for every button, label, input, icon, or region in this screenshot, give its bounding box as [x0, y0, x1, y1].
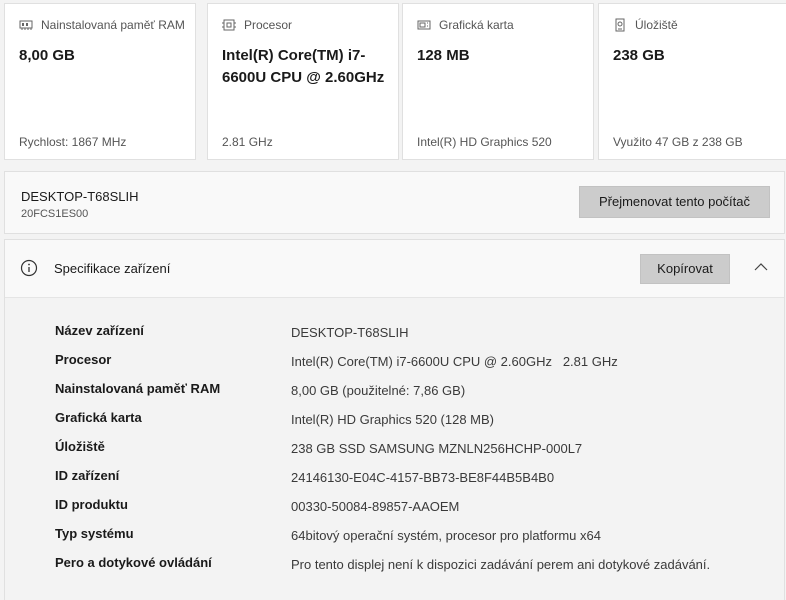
spec-value: 64bitový operační systém, procesor pro p… [291, 528, 601, 543]
chevron-up-icon[interactable] [754, 262, 768, 272]
spec-value: DESKTOP-T68SLIH [291, 325, 409, 340]
card-storage-header: Úložiště [613, 18, 678, 32]
spec-value: Intel(R) Core(TM) i7-6600U CPU @ 2.60GHz… [291, 354, 618, 369]
rename-pc-button[interactable]: Přejmenovat tento počítač [579, 186, 770, 218]
spec-key: Název zařízení [55, 323, 144, 338]
copy-button[interactable]: Kopírovat [640, 254, 730, 284]
pc-name-bar: DESKTOP-T68SLIH 20FCS1ES00 Přejmenovat t… [4, 171, 785, 234]
pc-model: 20FCS1ES00 [21, 208, 89, 220]
spec-key: Nainstalovaná paměť RAM [55, 381, 221, 396]
spec-value: 24146130-E04C-4157-BB73-BE8F44B5B4B0 [291, 470, 555, 485]
spec-value: Intel(R) HD Graphics 520 (128 MB) [291, 412, 495, 427]
spec-key: Úložiště [55, 439, 105, 454]
card-processor-header: Procesor [222, 18, 292, 32]
card-graphics-header: Grafická karta [417, 18, 514, 32]
spec-key: ID produktu [55, 497, 128, 512]
spec-value: 8,00 GB (použitelné: 7,86 GB) [291, 383, 466, 398]
processor-icon [222, 19, 236, 31]
card-processor: Procesor Intel(R) Core(TM) i7-6600U CPU … [207, 3, 399, 160]
spec-key: Grafická karta [55, 410, 142, 425]
device-specifications-header[interactable]: Specifikace zařízení Kopírovat [5, 240, 784, 298]
card-title: Nainstalovaná paměť RAM [41, 18, 185, 32]
card-graphics: Grafická karta 128 MB Intel(R) HD Graphi… [402, 3, 594, 160]
device-specifications-body: Název zařízení DESKTOP-T68SLIH Procesor … [5, 298, 784, 600]
spec-value: 00330-50084-89857-AAOEM [291, 499, 460, 514]
spec-key: ID zařízení [55, 468, 120, 483]
spec-key: Typ systému [55, 526, 134, 541]
graphics-card-icon [417, 20, 431, 30]
summary-cards: Nainstalovaná paměť RAM 8,00 GB Rychlost… [4, 3, 786, 163]
card-ram: Nainstalovaná paměť RAM 8,00 GB Rychlost… [4, 3, 196, 160]
spec-value: Pro tento displej není k dispozici zadáv… [291, 557, 711, 572]
spec-key: Pero a dotykové ovládání [55, 555, 212, 570]
card-title: Grafická karta [439, 18, 514, 32]
card-value: 8,00 GB [19, 47, 75, 64]
card-value: Intel(R) Core(TM) i7-6600U CPU @ 2.60GHz [222, 47, 385, 86]
pc-name: DESKTOP-T68SLIH [21, 189, 139, 204]
info-icon [20, 259, 38, 277]
card-title: Úložiště [635, 18, 678, 32]
device-specifications-panel: Specifikace zařízení Kopírovat Název zař… [4, 239, 785, 600]
device-specifications-title: Specifikace zařízení [54, 261, 171, 276]
card-subtext: Intel(R) HD Graphics 520 [417, 135, 552, 149]
card-subtext: 2.81 GHz [222, 135, 273, 149]
card-storage: Úložiště 238 GB Využito 47 GB z 238 GB [598, 3, 786, 160]
memory-icon [19, 20, 33, 30]
card-value: 128 MB [417, 47, 470, 64]
card-subtext: Rychlost: 1867 MHz [19, 135, 127, 149]
card-subtext: Využito 47 GB z 238 GB [613, 135, 743, 149]
storage-icon [615, 18, 625, 32]
card-value: 238 GB [613, 47, 665, 64]
spec-value: 238 GB SSD SAMSUNG MZNLN256HCHP-000L7 [291, 441, 583, 456]
card-title: Procesor [244, 18, 293, 32]
spec-key: Procesor [55, 352, 112, 367]
card-ram-header: Nainstalovaná paměť RAM [19, 18, 185, 32]
